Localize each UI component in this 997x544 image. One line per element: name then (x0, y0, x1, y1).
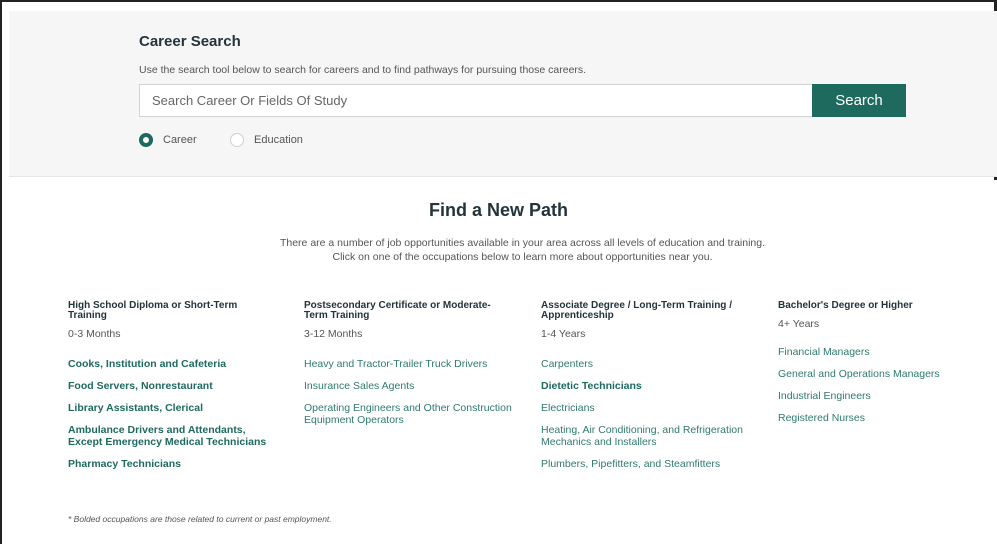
find-path-description-line-1: There are a number of job opportunities … (279, 237, 766, 249)
occupation-link[interactable]: Registered Nurses (778, 412, 988, 424)
radio-career[interactable]: Career (139, 133, 197, 147)
column-bachelors: Bachelor's Degree or Higher 4+ Years Fin… (778, 301, 988, 434)
column-postsecondary: Postsecondary Certificate or Moderate-Te… (304, 301, 514, 436)
column-high-school: High School Diploma or Short-Term Traini… (68, 301, 278, 480)
column-associate: Associate Degree / Long-Term Training / … (541, 301, 751, 480)
column-title: Postsecondary Certificate or Moderate-Te… (304, 300, 491, 321)
occupation-link[interactable]: Heating, Air Conditioning, and Refrigera… (541, 424, 751, 448)
column-title: High School Diploma or Short-Term Traini… (68, 300, 238, 321)
bold-occupations-footnote: * Bolded occupations are those related t… (68, 514, 332, 524)
occupation-link[interactable]: Industrial Engineers (778, 390, 988, 402)
career-search-title: Career Search (139, 33, 241, 50)
find-path-title: Find a New Path (428, 200, 569, 220)
career-search-description: Use the search tool below to search for … (139, 64, 587, 76)
occupation-link[interactable]: Financial Managers (778, 346, 988, 358)
occupation-link[interactable]: Electricians (541, 402, 751, 414)
find-path-description-line-2: Click on one of the occupations below to… (332, 251, 713, 263)
occupation-link[interactable]: Ambulance Drivers and Attendants, Except… (68, 424, 278, 448)
occupation-link[interactable]: Insurance Sales Agents (304, 380, 514, 392)
occupation-link[interactable]: General and Operations Managers (778, 368, 988, 380)
occupation-link[interactable]: Food Servers, Nonrestaurant (68, 380, 278, 392)
occupation-link[interactable]: Operating Engineers and Other Constructi… (304, 402, 514, 426)
radio-checked-icon[interactable] (139, 133, 153, 147)
column-title: Bachelor's Degree or Higher (778, 300, 913, 311)
column-duration: 0-3 Months (68, 328, 121, 340)
column-duration: 3-12 Months (304, 328, 363, 340)
occupation-link[interactable]: Cooks, Institution and Cafeteria (68, 358, 278, 370)
column-duration: 4+ Years (778, 318, 820, 330)
search-button[interactable]: Search (812, 84, 906, 117)
column-title: Associate Degree / Long-Term Training / … (541, 300, 732, 321)
radio-education-label: Education (254, 134, 303, 146)
occupation-link[interactable]: Library Assistants, Clerical (68, 402, 278, 414)
occupation-link[interactable]: Heavy and Tractor-Trailer Truck Drivers (304, 358, 514, 370)
radio-unchecked-icon[interactable] (230, 133, 244, 147)
occupation-link[interactable]: Carpenters (541, 358, 751, 370)
radio-career-label: Career (163, 134, 197, 146)
occupation-link[interactable]: Pharmacy Technicians (68, 458, 278, 470)
radio-education[interactable]: Education (230, 133, 303, 147)
career-search-input[interactable] (139, 84, 813, 117)
occupation-link[interactable]: Plumbers, Pipefitters, and Steamfitters (541, 458, 751, 470)
occupation-link[interactable]: Dietetic Technicians (541, 380, 751, 392)
column-duration: 1-4 Years (541, 328, 586, 340)
